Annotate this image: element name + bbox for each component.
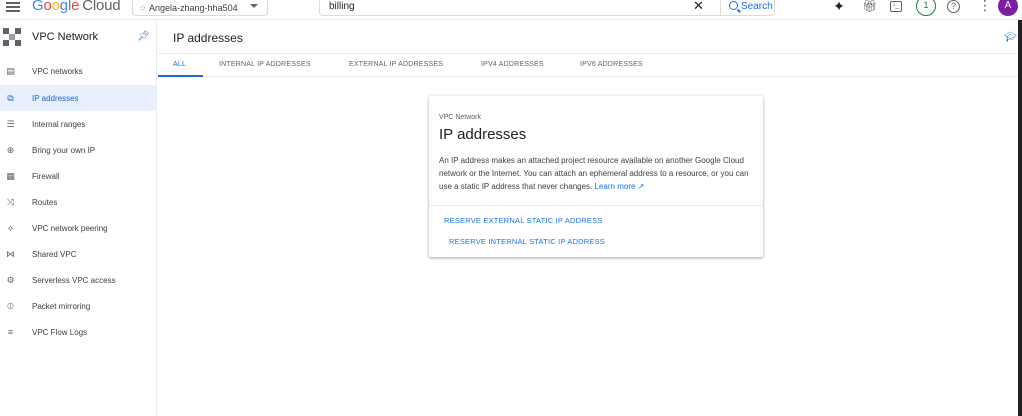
- shared-vpc-icon: ⋈: [6, 249, 15, 259]
- page-title: IP addresses: [173, 31, 243, 45]
- card-eyebrow: VPC Network: [439, 114, 482, 121]
- sidebar-item-vpc-networks[interactable]: ▤ VPC networks: [0, 58, 157, 84]
- globe-icon: ⊕: [6, 145, 15, 155]
- internal-ranges-icon: ☰: [6, 119, 15, 129]
- sidebar-item-ip-addresses[interactable]: ⧉ IP addresses: [0, 85, 157, 111]
- tab-ipv6-addresses[interactable]: IPV6 ADDRESSES: [580, 61, 643, 68]
- empty-state-card: VPC Network IP addresses An IP address m…: [429, 96, 763, 257]
- notifications-badge[interactable]: 1: [916, 0, 936, 16]
- gift-icon[interactable]: 🎁︎: [862, 0, 877, 14]
- page-header: IP addresses 🎓︎: [158, 21, 1018, 54]
- search-button[interactable]: Search: [720, 0, 776, 15]
- card-divider: [429, 205, 763, 206]
- packet-mirroring-icon: ⦶: [7, 301, 14, 311]
- logo-cloud: Cloud: [82, 0, 121, 14]
- sidebar-item-label: IP addresses: [32, 94, 79, 103]
- account-avatar[interactable]: A: [998, 0, 1018, 16]
- logo-google: Google: [32, 0, 80, 14]
- cloud-shell-icon[interactable]: ›_: [890, 1, 902, 12]
- reserve-external-ip-button[interactable]: RESERVE EXTERNAL STATIC IP ADDRESS: [444, 216, 603, 225]
- learning-cap-icon[interactable]: 🎓︎: [1004, 32, 1017, 43]
- tab-external-ip-addresses[interactable]: EXTERNAL IP ADDRESSES: [349, 61, 443, 68]
- sidebar-item-label: VPC Flow Logs: [32, 328, 88, 337]
- project-selector[interactable]: ⁘ Angela-zhang-hha504: [132, 0, 268, 16]
- firewall-icon: ▦: [6, 171, 15, 181]
- sidebar-header: VPC Network 📌︎: [0, 21, 157, 55]
- active-tab-indicator: [158, 75, 203, 77]
- sidebar-item-internal-ranges[interactable]: ☰ Internal ranges: [0, 111, 157, 137]
- top-bar: GoogleCloud ⁘ Angela-zhang-hha504 ✕ Sear…: [0, 0, 1022, 20]
- sidebar-item-label: Shared VPC: [32, 250, 77, 259]
- sidebar-item-routes[interactable]: ⤨ Routes: [0, 189, 157, 215]
- sidebar-item-label: Serverless VPC access: [32, 276, 116, 285]
- tab-internal-ip-addresses[interactable]: INTERNAL IP ADDRESSES: [219, 61, 311, 68]
- tab-ipv4-addresses[interactable]: IPV4 ADDRESSES: [481, 61, 544, 68]
- sidebar-item-label: Internal ranges: [32, 120, 86, 129]
- sidebar-item-label: Bring your own IP: [32, 146, 96, 155]
- sidebar: VPC Network 📌︎ ▤ VPC networks ⧉ IP addre…: [0, 21, 157, 416]
- sidebar-item-vpc-flow-logs[interactable]: ≡ VPC Flow Logs: [0, 319, 157, 345]
- sidebar-item-shared-vpc[interactable]: ⋈ Shared VPC: [0, 241, 157, 267]
- card-title: IP addresses: [439, 126, 527, 143]
- main-menu-icon[interactable]: [6, 0, 20, 12]
- sidebar-item-label: VPC network peering: [32, 224, 108, 233]
- ip-addresses-icon: ⧉: [7, 93, 14, 103]
- chevron-down-icon: [250, 4, 258, 8]
- sidebar-item-label: Routes: [32, 198, 58, 207]
- project-dots-icon: ⁘: [139, 3, 147, 13]
- sidebar-item-packet-mirroring[interactable]: ⦶ Packet mirroring: [0, 293, 157, 319]
- clear-search-icon[interactable]: ✕: [693, 0, 704, 12]
- tab-all[interactable]: ALL: [173, 61, 186, 68]
- sidebar-item-label: VPC networks: [32, 67, 83, 76]
- sidebar-item-bring-your-own-ip[interactable]: ⊕ Bring your own IP: [0, 137, 157, 163]
- tab-bar: ALL INTERNAL IP ADDRESSES EXTERNAL IP AD…: [158, 54, 1018, 77]
- sidebar-title: VPC Network: [32, 31, 99, 43]
- search-button-label: Search: [741, 1, 773, 12]
- learn-more-link[interactable]: Learn more ↗: [595, 182, 645, 191]
- help-icon[interactable]: ?: [947, 0, 960, 13]
- sidebar-item-label: Firewall: [32, 172, 60, 181]
- gemini-sparkle-icon[interactable]: ✦: [832, 0, 846, 14]
- google-cloud-logo[interactable]: Google Cloud: [32, 0, 121, 14]
- external-link-icon: ↗: [637, 182, 645, 191]
- vpc-network-product-icon: [3, 28, 21, 46]
- search-input[interactable]: [329, 1, 689, 12]
- sidebar-item-serverless-vpc-access[interactable]: ⚙︎ Serverless VPC access: [0, 267, 157, 293]
- search-icon: [729, 1, 738, 10]
- flow-logs-icon: ≡: [7, 327, 14, 337]
- sidebar-item-firewall[interactable]: ▦ Firewall: [0, 163, 157, 189]
- reserve-internal-ip-button[interactable]: RESERVE INTERNAL STATIC IP ADDRESS: [449, 237, 605, 246]
- pin-icon[interactable]: 📌︎: [137, 31, 150, 42]
- peering-icon: ⟡: [7, 223, 14, 233]
- window-edge: [1018, 20, 1022, 416]
- sidebar-item-vpc-network-peering[interactable]: ⟡ VPC network peering: [0, 215, 157, 241]
- serverless-icon: ⚙︎: [6, 275, 15, 285]
- learn-more-label: Learn more: [594, 182, 636, 191]
- more-options-icon[interactable]: ⋮: [978, 0, 992, 14]
- vpc-networks-icon: ▤: [6, 66, 15, 76]
- card-description-block: An IP address makes an attached project …: [439, 154, 757, 193]
- project-name: Angela-zhang-hha504: [149, 3, 238, 13]
- routes-icon: ⤨: [6, 197, 15, 207]
- search-bar: ✕ Search: [319, 0, 775, 16]
- sidebar-item-label: Packet mirroring: [32, 302, 91, 311]
